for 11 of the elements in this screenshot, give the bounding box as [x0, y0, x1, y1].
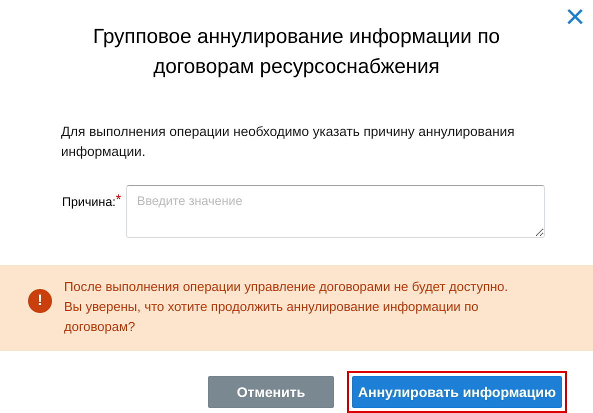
annul-button[interactable]: Аннулировать информацию	[352, 376, 562, 408]
warning-text: Вы уверены, что хотите продолжить аннулирование информации по договорам?	[64, 298, 480, 336]
warning-icon: !	[28, 289, 52, 313]
required-mark: *	[116, 193, 122, 205]
cancel-button[interactable]: Отменить	[208, 376, 334, 408]
reason-field[interactable]: Введите значение	[126, 185, 545, 238]
dialog-title: Групповое аннулирование информации по договорам ресурсоснабжения	[92, 24, 501, 80]
close-button[interactable]: ×	[565, 0, 585, 34]
warning-text: После выполнения операции управление договорами не будет доступно.	[64, 278, 510, 296]
description-text: Для выполнения операции необходимо указать причину аннулирования информации.	[60, 123, 516, 161]
field-label: Причина:	[62, 194, 116, 211]
